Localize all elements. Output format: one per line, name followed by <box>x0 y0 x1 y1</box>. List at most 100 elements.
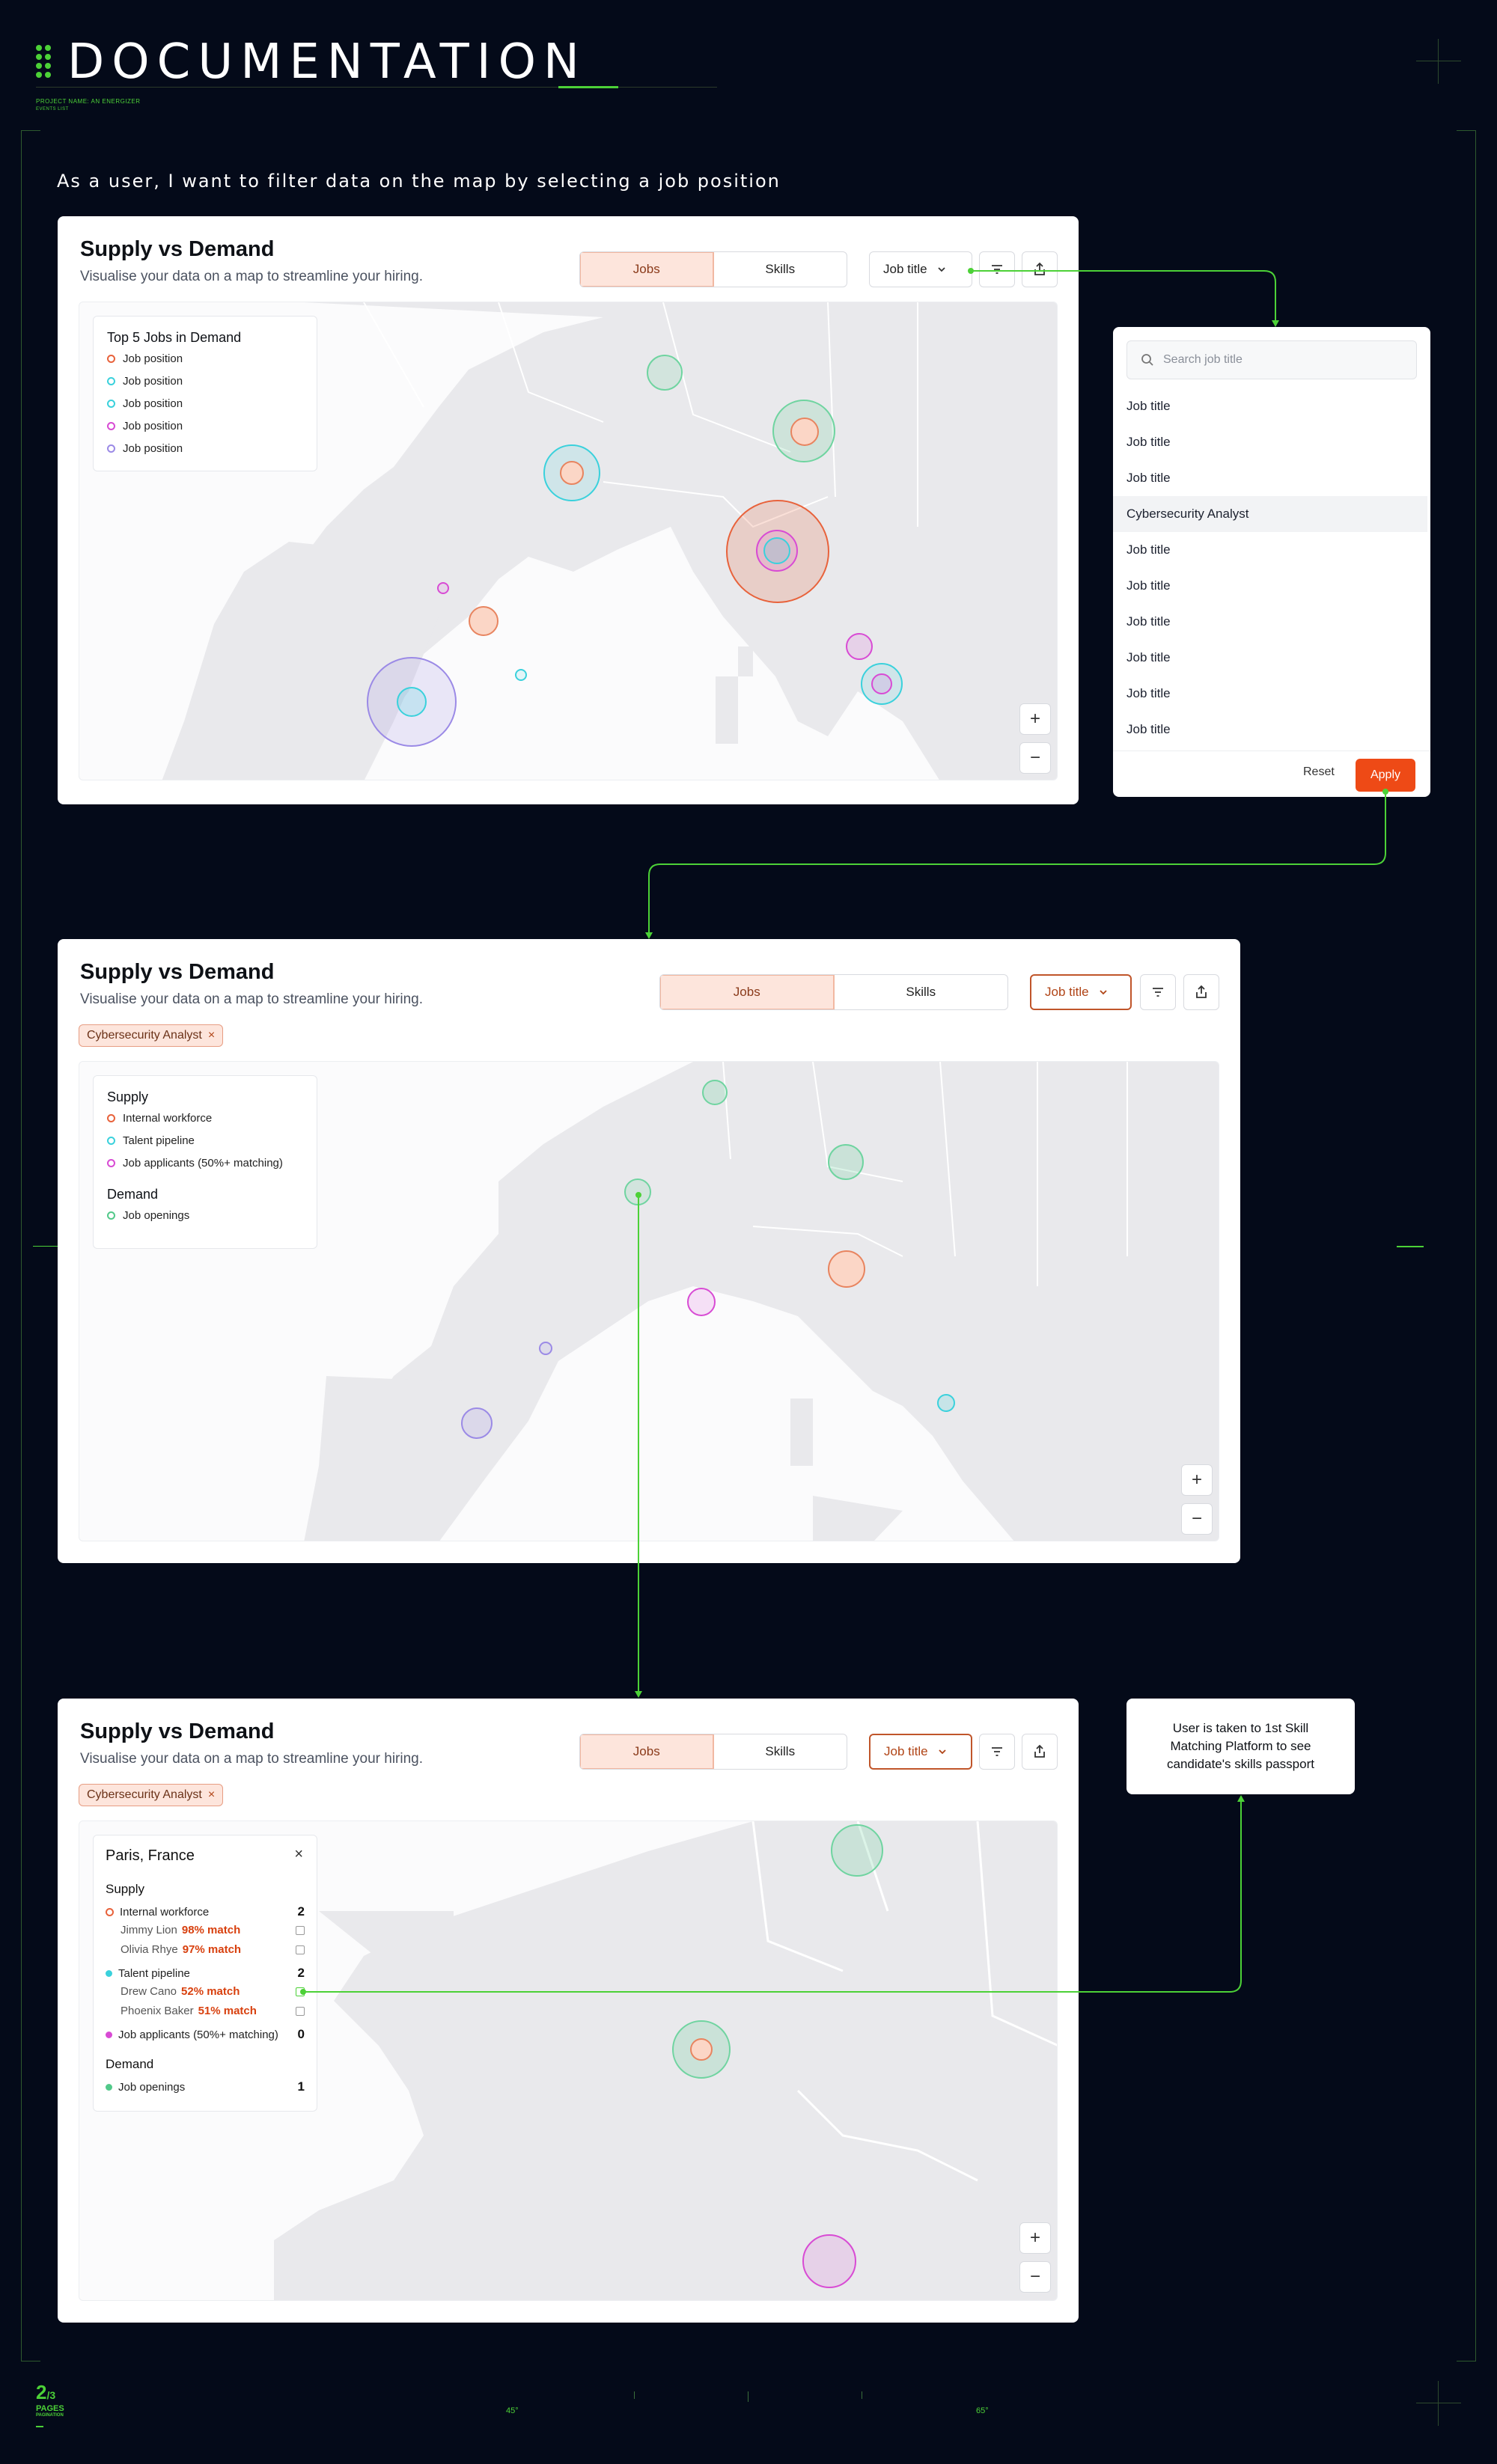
legend-item: Job position <box>107 352 183 365</box>
dropdown-option[interactable]: Job title <box>1113 712 1427 748</box>
frame-right <box>1457 130 1476 2361</box>
candidate-row[interactable]: Phoenix Baker 51% match <box>121 2005 305 2017</box>
map-marker[interactable] <box>397 687 427 717</box>
job-title-dropdown[interactable]: Job title <box>869 1734 972 1770</box>
tab-jobs[interactable]: Jobs <box>660 975 835 1009</box>
map-marker[interactable] <box>790 418 819 446</box>
candidate-row[interactable]: Jimmy Lion 98% match <box>121 1924 305 1936</box>
external-link-icon[interactable] <box>296 1987 305 1996</box>
tab-jobs[interactable]: Jobs <box>580 252 714 287</box>
dropdown-option[interactable]: Job title <box>1113 424 1427 460</box>
supply-title: Supply <box>106 1882 144 1896</box>
close-icon[interactable]: × <box>294 1846 303 1863</box>
project-name: PROJECT NAME: AN ENERGIZER EVENTS LIST <box>36 98 141 111</box>
dropdown-option[interactable]: Job title <box>1113 388 1427 424</box>
dropdown-option[interactable]: Job title <box>1113 676 1427 712</box>
map-marker[interactable] <box>763 537 790 564</box>
filter-button[interactable] <box>979 1734 1015 1770</box>
map-marker[interactable] <box>802 2234 856 2288</box>
map-marker[interactable] <box>871 673 892 694</box>
map-marker[interactable] <box>687 1288 716 1316</box>
map-view[interactable]: Top 5 Jobs in Demand Job position Job po… <box>79 302 1058 780</box>
zoom-in-button[interactable]: + <box>1019 2222 1051 2254</box>
legend-item: Job openings <box>107 1209 189 1222</box>
map-marker[interactable] <box>690 2038 713 2061</box>
panel-title: Supply vs Demand <box>80 237 275 261</box>
dropdown-option[interactable]: Job title <box>1113 568 1427 604</box>
apply-button[interactable]: Apply <box>1356 759 1415 792</box>
panel-subtitle: Visualise your data on a map to streamli… <box>80 269 424 284</box>
map-marker[interactable] <box>647 355 683 391</box>
chevron-down-icon <box>937 267 945 272</box>
zoom-out-button[interactable]: − <box>1019 2261 1051 2293</box>
divider <box>1113 750 1430 751</box>
filter-chip[interactable]: Cybersecurity Analyst × <box>79 1024 224 1047</box>
reset-button[interactable]: Reset <box>1303 765 1335 779</box>
external-link-icon[interactable] <box>296 2006 305 2016</box>
popup-title: Paris, France <box>106 1847 195 1864</box>
zoom-out-button[interactable]: − <box>1019 742 1051 774</box>
map-marker[interactable] <box>828 1144 864 1180</box>
job-title-dropdown[interactable]: Job title <box>869 251 972 287</box>
external-link-icon[interactable] <box>296 1945 305 1954</box>
share-button[interactable] <box>1022 251 1058 287</box>
map-marker[interactable] <box>831 1824 883 1877</box>
map-marker[interactable] <box>469 606 499 636</box>
dropdown-option[interactable]: Job title <box>1113 532 1427 568</box>
tab-skills[interactable]: Skills <box>714 1734 847 1769</box>
map-marker[interactable] <box>828 1250 865 1288</box>
dropdown-option[interactable]: Job title <box>1113 604 1427 640</box>
map-marker[interactable] <box>846 633 873 660</box>
job-title-dropdown[interactable]: Job title <box>1030 974 1132 1010</box>
footer-marker <box>36 2426 43 2427</box>
map-marker[interactable] <box>437 582 449 594</box>
map-marker[interactable] <box>461 1407 493 1439</box>
search-input[interactable]: Search job title <box>1126 340 1417 379</box>
map-marker[interactable] <box>539 1342 552 1355</box>
applicants-row: Job applicants (50%+ matching) 0 <box>106 2027 305 2042</box>
panel-subtitle: Visualise your data on a map to streamli… <box>80 991 424 1007</box>
page-title: DOCUMENTATION <box>67 34 587 90</box>
zoom-out-button[interactable]: − <box>1181 1503 1213 1535</box>
map-marker[interactable] <box>560 461 584 485</box>
close-icon[interactable]: × <box>208 1029 215 1042</box>
share-button[interactable] <box>1022 1734 1058 1770</box>
map-marker[interactable] <box>702 1080 728 1105</box>
dropdown-label: Job title <box>884 1744 928 1758</box>
filter-chip[interactable]: Cybersecurity Analyst × <box>79 1784 224 1806</box>
legend-item: Talent pipeline <box>107 1134 195 1147</box>
map-view[interactable]: Supply Internal workforce Talent pipelin… <box>79 1061 1219 1541</box>
legend-title: Top 5 Jobs in Demand <box>107 330 242 345</box>
share-button[interactable] <box>1183 974 1219 1010</box>
zoom-in-button[interactable]: + <box>1019 703 1051 735</box>
filter-button[interactable] <box>1140 974 1176 1010</box>
share-icon <box>1034 262 1045 275</box>
jobs-skills-toggle: Jobs Skills <box>659 974 1008 1010</box>
map-marker[interactable] <box>937 1394 955 1412</box>
tab-skills[interactable]: Skills <box>835 975 1008 1009</box>
map-marker[interactable] <box>515 669 527 681</box>
tick <box>634 2391 635 2399</box>
legend-item: Job position <box>107 442 183 455</box>
dropdown-option-selected[interactable]: Cybersecurity Analyst <box>1113 496 1427 532</box>
filter-icon <box>992 1747 1002 1756</box>
chevron-down-icon <box>938 1749 946 1755</box>
page-number: 2/3 <box>36 2381 56 2403</box>
zoom-in-button[interactable]: + <box>1181 1464 1213 1496</box>
candidate-row[interactable]: Olivia Rhye 97% match <box>121 1943 305 1956</box>
close-icon[interactable]: × <box>208 1788 215 1802</box>
tab-skills[interactable]: Skills <box>714 252 847 287</box>
map-view[interactable]: Paris, France × Supply Internal workforc… <box>79 1821 1058 2301</box>
external-link-icon[interactable] <box>296 1925 305 1935</box>
share-icon <box>1196 985 1207 998</box>
user-story: As a user, I want to filter data on the … <box>57 171 781 192</box>
dropdown-option[interactable]: Job title <box>1113 460 1427 496</box>
dropdown-option[interactable]: Job title <box>1113 640 1427 676</box>
filter-button[interactable] <box>979 251 1015 287</box>
legend-item: Job position <box>107 375 183 388</box>
share-icon <box>1034 1744 1045 1758</box>
tab-jobs[interactable]: Jobs <box>580 1734 714 1769</box>
candidate-row[interactable]: Drew Cano 52% match <box>121 1985 305 1998</box>
map-marker-paris[interactable] <box>624 1178 651 1205</box>
supply-demand-panel-2: Supply vs Demand Visualise your data on … <box>58 939 1240 1563</box>
